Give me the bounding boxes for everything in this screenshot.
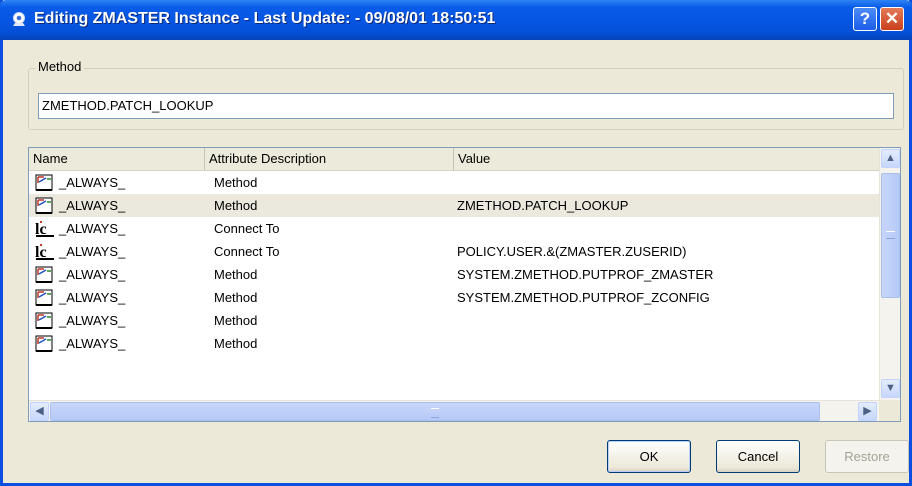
horizontal-scrollbar[interactable]: ◀ ▶ bbox=[29, 400, 879, 421]
column-header-name[interactable]: Name bbox=[29, 148, 205, 170]
restore-button[interactable]: Restore bbox=[825, 440, 909, 473]
table-row[interactable]: lc _ALWAYS_ Connect To bbox=[29, 217, 879, 240]
row-value: POLICY.USER.&(ZMASTER.ZUSERID) bbox=[457, 244, 687, 259]
row-attribute-description: Method bbox=[214, 198, 258, 213]
row-name: _ALWAYS_ bbox=[59, 244, 126, 259]
app-icon bbox=[13, 12, 25, 26]
list-rows: _ALWAYS_ Method _ALWAYS_ Method ZMETHOD.PATC… bbox=[29, 171, 879, 355]
row-name: _ALWAYS_ bbox=[59, 290, 126, 305]
column-header-attribute-description[interactable]: Attribute Description bbox=[205, 148, 454, 170]
scroll-up-button[interactable]: ▲ bbox=[881, 149, 900, 168]
method-icon bbox=[35, 265, 55, 284]
scroll-left-button[interactable]: ◀ bbox=[30, 402, 49, 421]
table-row[interactable]: lc _ALWAYS_ Connect To POLICY.USER.&(ZMASTE… bbox=[29, 240, 879, 263]
scroll-grip-icon bbox=[886, 231, 895, 239]
svg-text:lc: lc bbox=[35, 244, 47, 261]
row-attribute-description: Method bbox=[214, 267, 258, 282]
row-attribute-description: Method bbox=[214, 175, 258, 190]
method-legend: Method bbox=[35, 59, 85, 74]
scroll-right-button[interactable]: ▶ bbox=[858, 402, 877, 421]
vertical-scrollbar[interactable]: ▲ ▼ bbox=[879, 148, 900, 400]
row-name: _ALWAYS_ bbox=[59, 221, 126, 236]
horizontal-scroll-thumb[interactable] bbox=[50, 402, 820, 421]
attribute-list[interactable]: Name Attribute Description Value _ALWAYS… bbox=[28, 147, 901, 422]
table-row[interactable]: _ALWAYS_ Method bbox=[29, 332, 879, 355]
row-attribute-description: Connect To bbox=[214, 244, 280, 259]
svg-text:lc: lc bbox=[35, 221, 47, 238]
cancel-button[interactable]: Cancel bbox=[716, 440, 800, 473]
column-header-value[interactable]: Value bbox=[454, 148, 879, 170]
window-title: Editing ZMASTER Instance - Last Update: … bbox=[34, 10, 496, 27]
method-icon bbox=[35, 311, 55, 330]
row-attribute-description: Method bbox=[214, 313, 258, 328]
scroll-corner bbox=[879, 400, 900, 421]
vertical-scroll-thumb[interactable] bbox=[881, 173, 900, 298]
row-name: _ALWAYS_ bbox=[59, 313, 126, 328]
row-value: ZMETHOD.PATCH_LOOKUP bbox=[457, 198, 629, 213]
row-name: _ALWAYS_ bbox=[59, 267, 126, 282]
title-bar[interactable]: Editing ZMASTER Instance - Last Update: … bbox=[0, 0, 912, 40]
method-input[interactable]: ZMETHOD.PATCH_LOOKUP bbox=[38, 93, 894, 119]
connect-icon: lc bbox=[35, 242, 55, 261]
table-row[interactable]: _ALWAYS_ Method SYSTEM.ZMETHOD.PUTPROF_ZCO… bbox=[29, 286, 879, 309]
method-icon bbox=[35, 196, 55, 215]
connect-icon: lc bbox=[35, 219, 55, 238]
close-button[interactable]: ✕ bbox=[880, 7, 904, 31]
method-icon bbox=[35, 334, 55, 353]
table-row[interactable]: _ALWAYS_ Method bbox=[29, 309, 879, 332]
row-value: SYSTEM.ZMETHOD.PUTPROF_ZCONFIG bbox=[457, 290, 710, 305]
scroll-grip-icon bbox=[431, 408, 439, 418]
method-icon bbox=[35, 288, 55, 307]
row-name: _ALWAYS_ bbox=[59, 175, 126, 190]
dialog-window: Editing ZMASTER Instance - Last Update: … bbox=[0, 0, 912, 486]
table-row[interactable]: _ALWAYS_ Method SYSTEM.ZMETHOD.PUTPROF_ZMA… bbox=[29, 263, 879, 286]
scroll-down-button[interactable]: ▼ bbox=[881, 379, 900, 398]
row-name: _ALWAYS_ bbox=[59, 336, 126, 351]
method-icon bbox=[35, 173, 55, 192]
table-row[interactable]: _ALWAYS_ Method bbox=[29, 171, 879, 194]
row-attribute-description: Method bbox=[214, 336, 258, 351]
help-button[interactable]: ? bbox=[853, 7, 877, 31]
row-attribute-description: Method bbox=[214, 290, 258, 305]
row-name: _ALWAYS_ bbox=[59, 198, 126, 213]
ok-button[interactable]: OK bbox=[607, 440, 691, 473]
row-attribute-description: Connect To bbox=[214, 221, 280, 236]
list-header: Name Attribute Description Value bbox=[29, 148, 879, 171]
row-value: SYSTEM.ZMETHOD.PUTPROF_ZMASTER bbox=[457, 267, 714, 282]
table-row[interactable]: _ALWAYS_ Method ZMETHOD.PATCH_LOOKUP bbox=[29, 194, 879, 217]
